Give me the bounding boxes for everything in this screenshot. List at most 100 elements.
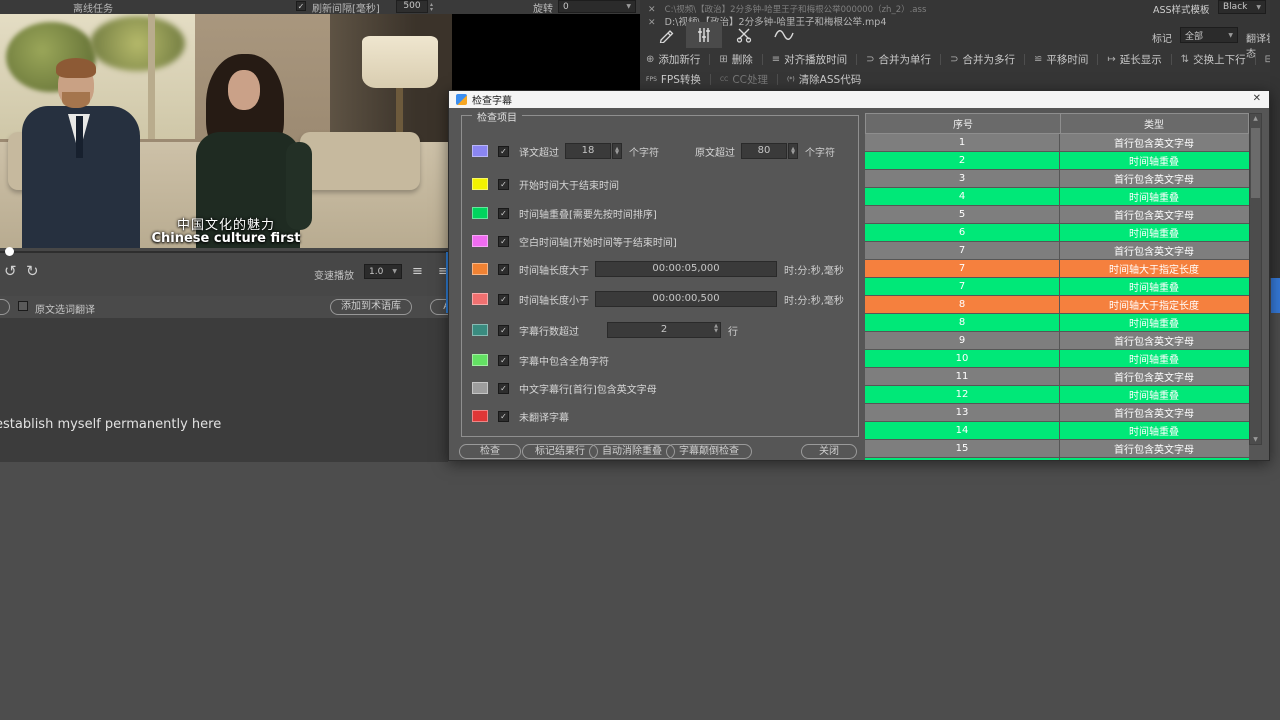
tab-edit[interactable] bbox=[648, 22, 684, 48]
check-item-checkbox[interactable]: ✓ bbox=[498, 208, 509, 219]
check-item-checkbox[interactable]: ✓ bbox=[498, 325, 509, 336]
table-row[interactable]: 10时间轴重叠 bbox=[865, 350, 1249, 368]
align-play-time-icon: ≡ bbox=[772, 54, 780, 65]
rotate-ccw-icon[interactable]: ↺ bbox=[4, 262, 17, 280]
docked-panel-tab[interactable] bbox=[1271, 278, 1280, 313]
spinner-control[interactable]: ▲▼ bbox=[612, 143, 622, 159]
seek-bar[interactable] bbox=[0, 248, 448, 256]
check-value-input[interactable]: 00:00:05,000 bbox=[595, 261, 777, 277]
tab-wave[interactable] bbox=[766, 22, 802, 48]
mark-result-rows-button[interactable]: 标记结果行 bbox=[522, 444, 598, 459]
close-icon[interactable]: ✕ bbox=[1253, 93, 1261, 104]
rotate-cw-icon[interactable]: ↻ bbox=[26, 262, 39, 280]
check-item-checkbox[interactable]: ✓ bbox=[498, 146, 509, 157]
check-value-input[interactable]: 18 bbox=[565, 143, 611, 159]
spinner-control[interactable]: ▲▼ bbox=[714, 324, 718, 334]
toolbar-button-swap-lines[interactable]: ⇅交换上下行 bbox=[1181, 52, 1246, 67]
mark-filter-select[interactable]: 全部▼ bbox=[1180, 27, 1238, 43]
toolbar-button-merge-single-line[interactable]: ⊃合并为单行 bbox=[866, 52, 931, 67]
table-row[interactable]: 2时间轴重叠 bbox=[865, 152, 1249, 170]
color-swatch[interactable] bbox=[472, 235, 488, 247]
offline-task-label[interactable]: 离线任务 bbox=[73, 0, 113, 14]
dialog-titlebar[interactable]: 检查字幕 ✕ bbox=[449, 91, 1269, 108]
filter-sliders-icon[interactable]: ≡ bbox=[412, 264, 423, 279]
color-swatch[interactable] bbox=[472, 207, 488, 219]
table-row[interactable]: 14时间轴重叠 bbox=[865, 422, 1249, 440]
table-row[interactable]: 5首行包含英文字母 bbox=[865, 206, 1249, 224]
check-item-checkbox[interactable]: ✓ bbox=[498, 355, 509, 366]
color-swatch[interactable] bbox=[472, 324, 488, 336]
toolbar-button-shift-time[interactable]: ≌平移时间 bbox=[1034, 52, 1088, 67]
col-header-no[interactable]: 序号 bbox=[866, 114, 1061, 133]
refresh-spinner[interactable]: ▴▾ bbox=[430, 2, 433, 12]
toolbar-button-add-row[interactable]: ⊕添加新行 bbox=[646, 52, 700, 67]
table-scrollbar[interactable]: ▲ ▼ bbox=[1249, 113, 1262, 445]
ass-template-select[interactable]: Black▼ bbox=[1218, 0, 1266, 14]
col-header-type[interactable]: 类型 bbox=[1061, 114, 1247, 133]
table-row[interactable]: 13首行包含英文字母 bbox=[865, 404, 1249, 422]
check-value-input[interactable]: 2 bbox=[607, 322, 721, 338]
toolbar-button-cc-process[interactable]: CCCC处理 bbox=[720, 72, 768, 87]
toolbar-button-merge-multi-line[interactable]: ⊃合并为多行 bbox=[950, 52, 1015, 67]
add-term-button[interactable]: 添加到术语库 bbox=[330, 299, 412, 315]
toolbar-button-delete[interactable]: ⊞删除 bbox=[719, 52, 752, 67]
table-row[interactable]: 7时间轴重叠 bbox=[865, 278, 1249, 296]
table-row[interactable]: 7首行包含英文字母 bbox=[865, 242, 1249, 260]
toolbar-button-extend-display[interactable]: ↦延长显示 bbox=[1107, 52, 1161, 67]
refresh-interval-checkbox[interactable]: ✓ bbox=[296, 1, 306, 11]
original-subtitle-text[interactable]: establish myself permanently here bbox=[0, 417, 221, 432]
color-swatch[interactable] bbox=[472, 382, 488, 394]
color-swatch[interactable] bbox=[472, 145, 488, 157]
check-item-checkbox[interactable]: ✓ bbox=[498, 179, 509, 190]
check-button[interactable]: 检查 bbox=[459, 444, 521, 459]
check-item-checkbox[interactable]: ✓ bbox=[498, 383, 509, 394]
color-swatch[interactable] bbox=[472, 263, 488, 275]
rotate-select[interactable]: 0▼ bbox=[558, 0, 636, 13]
color-swatch[interactable] bbox=[472, 293, 488, 305]
subtitle-reverse-check-button[interactable]: 字幕颠倒检查 bbox=[666, 444, 752, 459]
check-value-input[interactable]: 00:00:00,500 bbox=[595, 291, 777, 307]
cell-type bbox=[1060, 458, 1248, 461]
seek-track[interactable] bbox=[0, 251, 448, 253]
seek-handle[interactable] bbox=[5, 247, 14, 256]
clipped-pill-button[interactable] bbox=[0, 299, 10, 315]
color-swatch[interactable] bbox=[472, 178, 488, 190]
table-row[interactable] bbox=[865, 458, 1249, 461]
scroll-up-icon[interactable]: ▲ bbox=[1250, 115, 1261, 122]
tab-timeline[interactable] bbox=[686, 22, 722, 48]
scroll-down-icon[interactable]: ▼ bbox=[1250, 436, 1261, 443]
check-value-input[interactable]: 80 bbox=[741, 143, 787, 159]
close-button[interactable]: 关闭 bbox=[801, 444, 857, 459]
table-row[interactable]: 12时间轴重叠 bbox=[865, 386, 1249, 404]
refresh-interval-input[interactable]: 500 bbox=[396, 0, 428, 13]
check-item-checkbox[interactable]: ✓ bbox=[498, 294, 509, 305]
tab-split[interactable] bbox=[726, 22, 762, 48]
toolbar-button-align-play-time[interactable]: ≡对齐播放时间 bbox=[772, 52, 847, 67]
table-row[interactable]: 7时间轴大于指定长度 bbox=[865, 260, 1249, 278]
check-item-checkbox[interactable]: ✓ bbox=[498, 264, 509, 275]
table-row[interactable]: 8时间轴重叠 bbox=[865, 314, 1249, 332]
table-row[interactable]: 6时间轴重叠 bbox=[865, 224, 1249, 242]
table-row[interactable]: 1首行包含英文字母 bbox=[865, 134, 1249, 152]
table-row[interactable]: 4时间轴重叠 bbox=[865, 188, 1249, 206]
table-row[interactable]: 3首行包含英文字母 bbox=[865, 170, 1249, 188]
color-swatch[interactable] bbox=[472, 410, 488, 422]
word-translate-checkbox[interactable] bbox=[18, 301, 28, 311]
table-row[interactable]: 8时间轴大于指定长度 bbox=[865, 296, 1249, 314]
auto-remove-overlap-button[interactable]: 自动消除重叠 bbox=[589, 444, 675, 459]
speed-select[interactable]: 1.0▼ bbox=[364, 264, 402, 279]
check-item-checkbox[interactable]: ✓ bbox=[498, 236, 509, 247]
table-row[interactable]: 11首行包含英文字母 bbox=[865, 368, 1249, 386]
subtitle-en: Chinese culture first bbox=[0, 231, 452, 246]
check-item-checkbox[interactable]: ✓ bbox=[498, 411, 509, 422]
spinner-control[interactable]: ▲▼ bbox=[788, 143, 798, 159]
scrollbar-thumb[interactable] bbox=[1251, 128, 1260, 198]
toolbar-button-clear-ass-code[interactable]: (*)清除ASS代码 bbox=[787, 72, 861, 87]
table-row[interactable]: 15首行包含英文字母 bbox=[865, 440, 1249, 458]
color-swatch[interactable] bbox=[472, 354, 488, 366]
check-item-label: 时:分:秒,毫秒 bbox=[784, 262, 844, 277]
foliage bbox=[90, 16, 185, 71]
table-row[interactable]: 9首行包含英文字母 bbox=[865, 332, 1249, 350]
cell-no: 1 bbox=[865, 134, 1060, 151]
toolbar-button-fps-convert[interactable]: FPSFPS转换 bbox=[646, 72, 701, 87]
